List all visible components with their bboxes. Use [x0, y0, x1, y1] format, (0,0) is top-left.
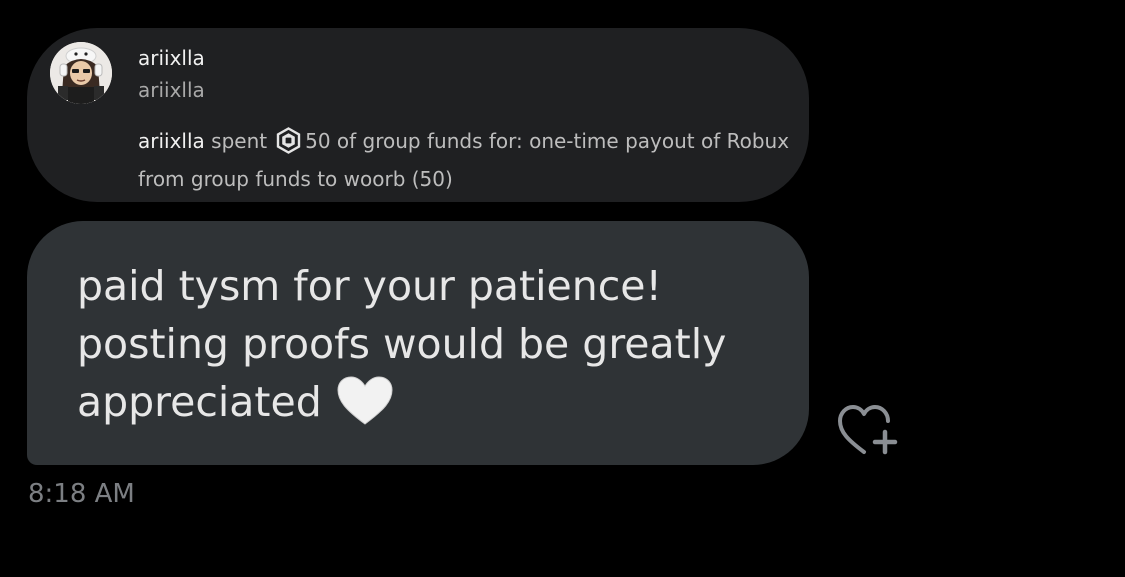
message-timestamp: 8:18 AM — [28, 479, 135, 509]
quoted-activity-card[interactable]: ariixlla ariixlla ariixlla spent 50 of g… — [27, 28, 809, 202]
activity-verb: spent — [211, 129, 268, 153]
robux-icon — [276, 127, 301, 154]
quote-username[interactable]: ariixlla — [138, 46, 205, 70]
quote-handle: ariixlla — [138, 78, 205, 102]
activity-amount: 50 — [305, 129, 331, 153]
message-text: paid tysm for your patience! posting pro… — [77, 262, 727, 426]
avatar[interactable] — [50, 42, 112, 104]
message-bubble[interactable]: paid tysm for your patience! posting pro… — [27, 221, 809, 465]
avatar-image — [50, 42, 112, 104]
white-heart-icon — [337, 376, 393, 425]
message-text-container: paid tysm for your patience! posting pro… — [77, 257, 777, 431]
add-reaction-button[interactable] — [834, 400, 904, 462]
heart-plus-icon — [838, 405, 898, 455]
activity-text: ariixlla spent 50 of group funds for: on… — [138, 122, 798, 198]
activity-actor: ariixlla — [138, 129, 205, 153]
